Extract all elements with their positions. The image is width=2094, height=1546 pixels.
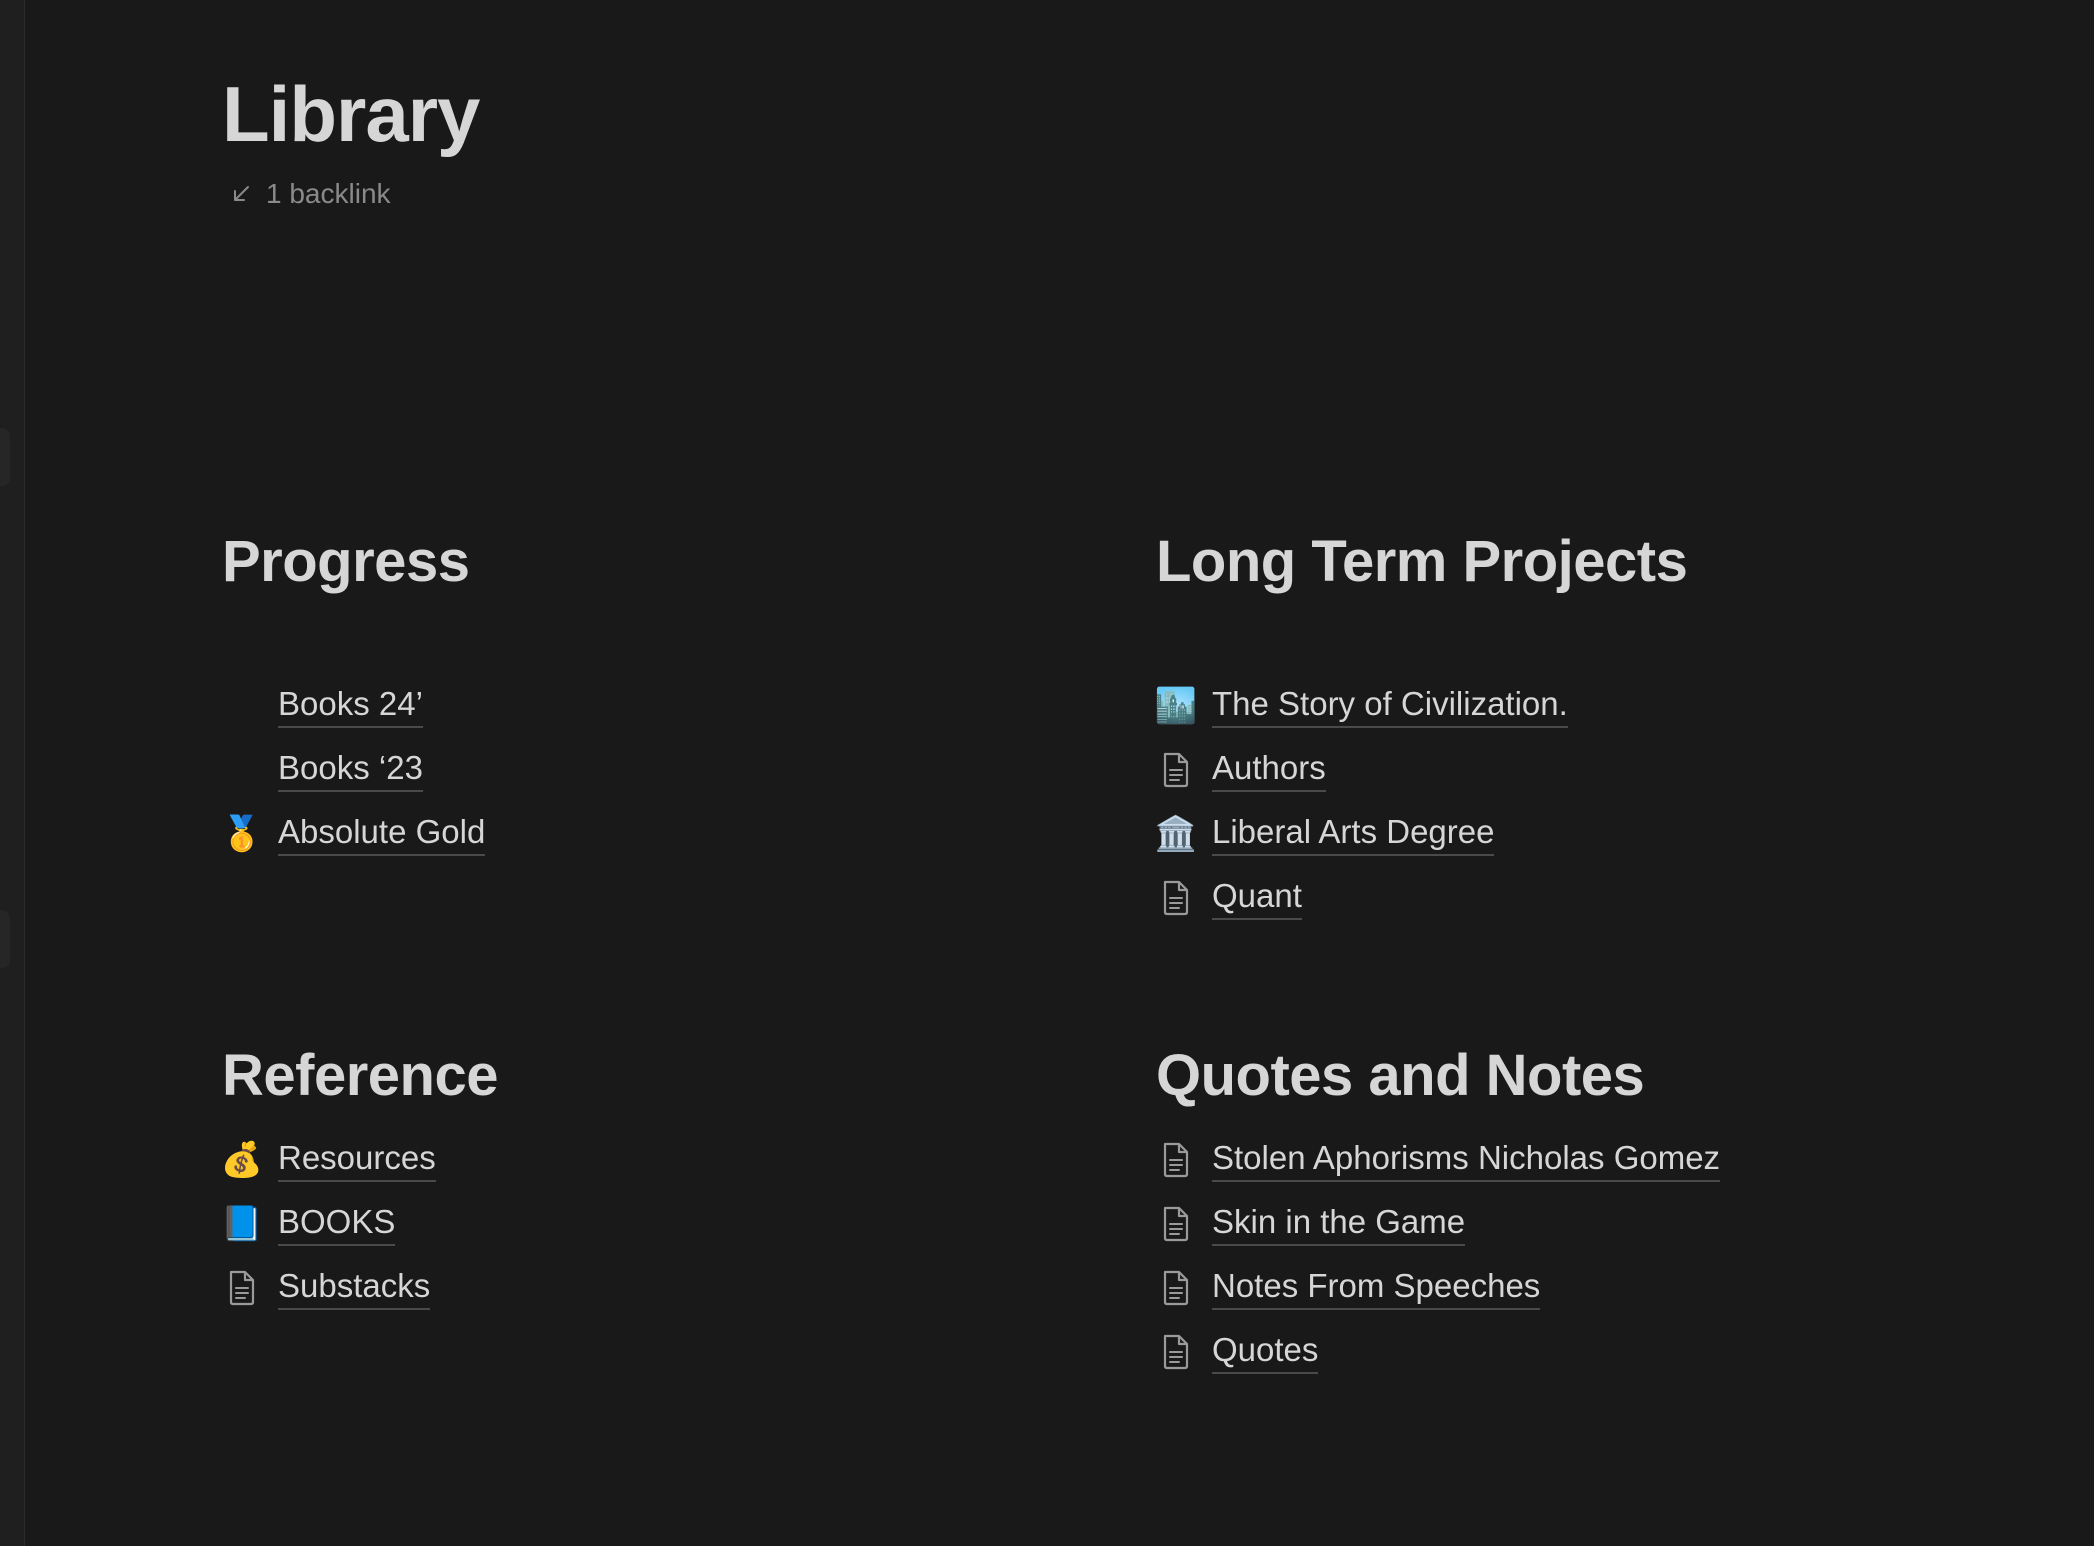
document-icon <box>1156 1332 1196 1372</box>
document-icon <box>1156 750 1196 790</box>
list-item-books-24[interactable]: Books 24’ <box>222 674 485 738</box>
list-item-resources[interactable]: 💰 Resources <box>220 1128 498 1192</box>
list-item-label: Books ‘23 <box>278 748 423 792</box>
list-item-authors[interactable]: Authors <box>1156 738 1687 802</box>
list-item-notes-from-speeches[interactable]: Notes From Speeches <box>1156 1256 1720 1320</box>
page-content: Library 1 backlink Progress Books 24’ Bo… <box>0 0 2094 1546</box>
section-heading-progress: Progress <box>222 529 470 594</box>
list-item-label: Quotes <box>1212 1330 1319 1374</box>
document-icon <box>1156 1140 1196 1180</box>
money-bag-icon: 💰 <box>220 1140 264 1179</box>
list-item-books-23[interactable]: Books ‘23 <box>222 738 485 802</box>
list-item-stolen-aphorisms[interactable]: Stolen Aphorisms Nicholas Gomez <box>1156 1128 1721 1192</box>
document-icon <box>1156 878 1196 918</box>
section-long-term-projects: Long Term Projects 🏙️ The Story of Civil… <box>1154 529 1688 930</box>
backlink-label: 1 backlink <box>266 178 391 209</box>
list-item-label: Notes From Speeches <box>1212 1266 1541 1310</box>
list-item-quotes[interactable]: Quotes <box>1156 1320 1720 1384</box>
list-item-books[interactable]: 📘 BOOKS <box>220 1192 498 1256</box>
list-item-story-of-civilization[interactable]: 🏙️ The Story of Civilization. <box>1154 674 1687 738</box>
cityscape-icon: 🏙️ <box>1154 686 1198 725</box>
blue-book-icon: 📘 <box>220 1204 264 1243</box>
document-icon <box>222 1268 262 1308</box>
list-item-label: Quant <box>1212 876 1302 920</box>
list-item-absolute-gold[interactable]: 🥇 Absolute Gold <box>220 802 486 866</box>
list-item-skin-in-the-game[interactable]: Skin in the Game <box>1156 1192 1720 1256</box>
list-item-label: Skin in the Game <box>1212 1202 1466 1246</box>
list-item-substacks[interactable]: Substacks <box>222 1256 498 1320</box>
list-item-label: Stolen Aphorisms Nicholas Gomez <box>1212 1138 1721 1182</box>
section-heading-reference: Reference <box>222 1043 498 1108</box>
section-progress: Progress Books 24’ Books ‘23 🥇 Absolute … <box>220 529 486 866</box>
list-item-quant[interactable]: Quant <box>1156 866 1687 930</box>
list-item-label: Resources <box>278 1138 436 1182</box>
list-item-label: Absolute Gold <box>278 812 486 856</box>
list-item-label: Substacks <box>278 1266 431 1310</box>
page-title: Library <box>222 70 480 158</box>
document-icon <box>1156 1204 1196 1244</box>
section-quotes-and-notes: Quotes and Notes Stolen Aphorisms Nichol… <box>1156 1043 1721 1384</box>
classical-building-icon: 🏛️ <box>1154 814 1198 853</box>
medal-icon: 🥇 <box>220 814 264 853</box>
list-item-label: Liberal Arts Degree <box>1212 812 1495 856</box>
list-item-liberal-arts-degree[interactable]: 🏛️ Liberal Arts Degree <box>1154 802 1687 866</box>
backlink-link[interactable]: 1 backlink <box>230 178 391 210</box>
section-heading-quotes-and-notes: Quotes and Notes <box>1156 1043 1645 1108</box>
list-item-label: The Story of Civilization. <box>1212 684 1568 728</box>
list-item-label: BOOKS <box>278 1202 396 1246</box>
list-item-label: Books 24’ <box>278 684 423 728</box>
document-icon <box>1156 1268 1196 1308</box>
section-heading-long-term-projects: Long Term Projects <box>1156 529 1688 594</box>
arrow-down-left-icon <box>234 186 249 201</box>
section-reference: Reference 💰 Resources 📘 BOOKS Substacks <box>220 1043 498 1320</box>
list-item-label: Authors <box>1212 748 1326 792</box>
